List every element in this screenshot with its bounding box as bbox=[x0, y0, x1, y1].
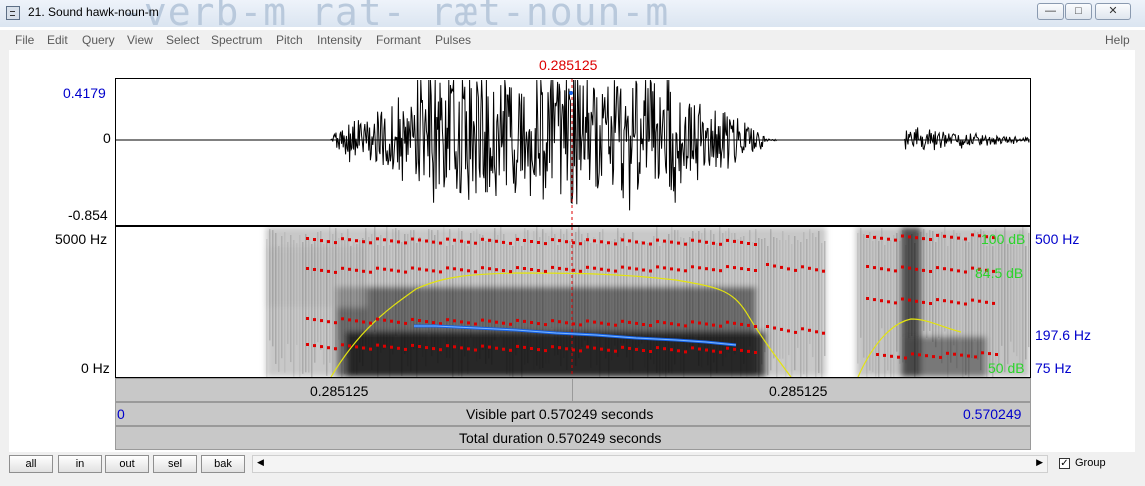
background-window-text: -verb-m rat- ræt-noun-m bbox=[120, 0, 670, 34]
spectrogram-plot bbox=[266, 227, 1030, 377]
waveform-plot bbox=[116, 79, 1030, 225]
left-duration-label: 0.285125 bbox=[310, 383, 369, 399]
waveform-signal bbox=[116, 79, 1030, 211]
spectrogram-top-frequency: 5000 Hz bbox=[55, 231, 108, 247]
minimize-icon[interactable]: — bbox=[1037, 3, 1064, 20]
menu-file[interactable]: File bbox=[15, 33, 34, 47]
zoom-in-button[interactable]: in bbox=[58, 455, 102, 473]
zoom-out-button[interactable]: out bbox=[105, 455, 149, 473]
praat-app-icon bbox=[6, 6, 20, 20]
cursor-point bbox=[569, 91, 573, 95]
total-duration-label: Total duration 0.570249 seconds bbox=[459, 430, 662, 446]
menu-help[interactable]: Help bbox=[1105, 33, 1130, 47]
menu-intensity[interactable]: Intensity bbox=[317, 33, 362, 47]
cursor-time-label: 0.285125 bbox=[539, 57, 598, 73]
menu-pulses[interactable]: Pulses bbox=[435, 33, 471, 47]
visible-end-label: 0.570249 bbox=[963, 406, 1022, 422]
waveform-zero-label: 0 bbox=[103, 130, 111, 146]
zoom-selection-button[interactable]: sel bbox=[153, 455, 197, 473]
title-bar: -verb-m rat- ræt-noun-m 21. Sound hawk-n… bbox=[0, 0, 1145, 34]
zoom-all-button[interactable]: all bbox=[9, 455, 53, 473]
spectrogram-panel[interactable] bbox=[115, 226, 1031, 378]
visible-start-label: 0 bbox=[117, 406, 125, 422]
visible-part-label: Visible part 0.570249 seconds bbox=[466, 406, 654, 422]
close-icon[interactable]: ✕ bbox=[1095, 3, 1131, 20]
window-title: 21. Sound hawk-noun-m bbox=[28, 5, 159, 19]
waveform-min-label: -0.854 bbox=[68, 207, 108, 223]
pitch-value-label: 197.6 Hz bbox=[1035, 327, 1092, 343]
pitch-bottom-label: 75 Hz bbox=[1035, 360, 1072, 376]
menu-formant[interactable]: Formant bbox=[376, 33, 421, 47]
right-duration-label: 0.285125 bbox=[769, 383, 828, 399]
pitch-top-label: 500 Hz bbox=[1035, 231, 1080, 247]
menu-pitch[interactable]: Pitch bbox=[276, 33, 303, 47]
maximize-icon[interactable]: □ bbox=[1065, 3, 1092, 20]
menu-view[interactable]: View bbox=[127, 33, 153, 47]
waveform-panel[interactable] bbox=[115, 78, 1031, 226]
intensity-bottom-label: 50 dB bbox=[988, 360, 1025, 376]
intensity-top-label: 100 dB bbox=[981, 231, 1026, 247]
zoom-back-button[interactable]: bak bbox=[201, 455, 245, 473]
group-label: Group bbox=[1075, 457, 1106, 469]
right-frame bbox=[1135, 50, 1145, 452]
menu-bar: File Edit Query View Select Spectrum Pit… bbox=[0, 30, 1145, 50]
scroll-left-icon[interactable]: ◀ bbox=[257, 457, 264, 468]
left-frame bbox=[0, 50, 9, 452]
group-checkbox[interactable]: ✓ bbox=[1059, 458, 1070, 469]
menu-select[interactable]: Select bbox=[166, 33, 199, 47]
waveform-max-label: 0.4179 bbox=[63, 85, 106, 101]
menu-edit[interactable]: Edit bbox=[47, 33, 68, 47]
menu-query[interactable]: Query bbox=[82, 33, 115, 47]
menu-spectrum[interactable]: Spectrum bbox=[211, 33, 262, 47]
spectrogram-bottom-frequency: 0 Hz bbox=[81, 360, 110, 376]
intensity-mid-label: 84.5 dB bbox=[975, 265, 1024, 281]
time-scrollbar[interactable]: ◀ ▶ bbox=[252, 455, 1048, 473]
scroll-right-icon[interactable]: ▶ bbox=[1036, 457, 1043, 468]
